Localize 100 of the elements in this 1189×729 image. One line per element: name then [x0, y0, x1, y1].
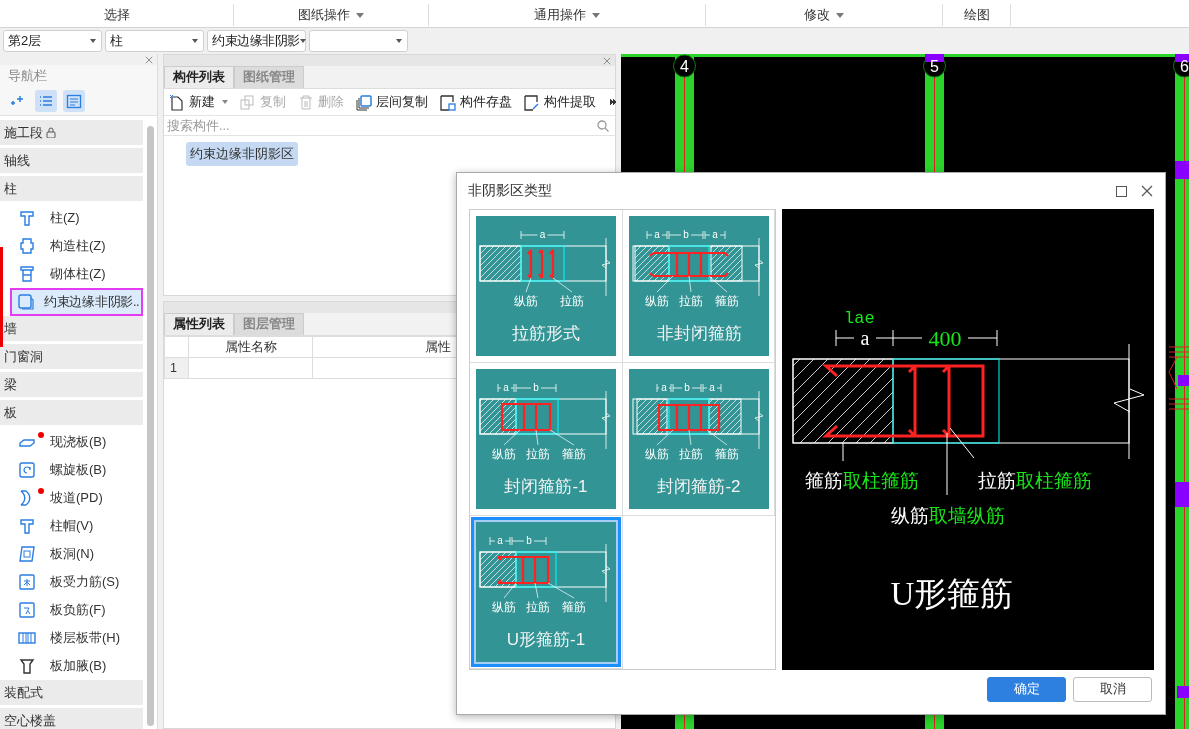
axis-label: 6	[1180, 58, 1189, 75]
panel-title: 导航栏	[0, 65, 157, 87]
callout-label: 箍筋取柱箍筋	[805, 470, 919, 491]
type-title: 封闭箍筋-2	[656, 477, 741, 496]
rebar-label: 拉筋	[526, 447, 550, 461]
confirm-button[interactable]: 确定	[987, 677, 1066, 702]
rebar-label: 拉筋	[678, 447, 703, 461]
nav-item[interactable]: 柱帽(V)	[0, 512, 143, 540]
type-title: U形箍筋-1	[506, 630, 586, 649]
rebar-label: 拉筋	[678, 294, 703, 308]
rebar-label: 箍筋	[714, 294, 739, 308]
type-tile[interactable]: a b 纵筋 拉筋 箍筋 U形箍筋-1	[471, 517, 621, 667]
glyph-square-icon	[18, 601, 36, 619]
detail-list-icon	[65, 92, 83, 110]
nav-group-header[interactable]: 装配式	[0, 680, 143, 705]
dimension-label: a	[660, 382, 667, 393]
callout-label: 拉筋取柱箍筋	[978, 470, 1092, 491]
new-file-icon	[168, 93, 185, 111]
ribbon-tab[interactable]: 选择	[99, 4, 134, 26]
t-shape-icon	[18, 657, 36, 675]
component-list-item[interactable]: 约束边缘非阴影区	[186, 142, 298, 166]
dropdown-field[interactable]: 第2层	[3, 30, 102, 52]
caret-icon	[299, 39, 306, 43]
nav-group-header[interactable]: 空心楼盖	[0, 708, 143, 729]
dimension-label: b	[683, 382, 690, 393]
nav-item[interactable]: 螺旋板(B)	[0, 456, 143, 484]
rebar-label: 箍筋	[714, 447, 739, 461]
view-toggle-button[interactable]	[35, 90, 57, 112]
spiral-icon	[18, 461, 36, 479]
nav-item[interactable]: 坡道(PD)	[0, 484, 143, 512]
nav-group-header[interactable]: 板	[0, 400, 143, 425]
dimension-label: 400	[928, 326, 962, 351]
disk-icon	[439, 93, 456, 111]
column-header: 属性名称	[188, 336, 313, 358]
nav-group-header[interactable]: 轴线	[0, 148, 143, 173]
rebar-label: 拉筋	[560, 294, 584, 308]
cancel-button[interactable]: 取消	[1073, 677, 1152, 702]
dimension-label: a	[503, 382, 509, 393]
view-toggle-button[interactable]	[63, 90, 85, 112]
panel-tab[interactable]: 属性列表	[164, 313, 234, 335]
puzzle-icon	[18, 237, 36, 255]
nav-item[interactable]: 板洞(N)	[0, 540, 143, 568]
scrollbar[interactable]	[146, 126, 154, 726]
ribbon-menu[interactable]: 图纸操作	[294, 4, 368, 26]
ribbon-menu[interactable]: 通用操作	[530, 4, 604, 26]
copy-icon	[239, 93, 256, 111]
type-title: 封闭箍筋-1	[504, 477, 588, 496]
nav-item[interactable]: 砌体柱(Z)	[0, 260, 143, 288]
maximize-button[interactable]	[1116, 185, 1127, 197]
nav-group-header[interactable]: 墙	[0, 316, 143, 341]
toolbar-button[interactable]: 构件提取	[523, 93, 596, 111]
toolbar-button[interactable]: 层间复制	[355, 93, 428, 111]
nav-group-header[interactable]: 柱	[0, 176, 143, 201]
toolbar-button[interactable]: 构件存盘	[439, 93, 512, 111]
ribbon-menu[interactable]: 修改	[800, 4, 848, 26]
dropdown-field[interactable]: 柱	[105, 30, 204, 52]
nav-item[interactable]: 约束边缘非阴影..	[10, 288, 143, 316]
panel-tab[interactable]: 构件列表	[164, 66, 234, 88]
dimension-label: a	[860, 327, 870, 349]
callout-label: 纵筋取墙纵筋	[891, 505, 1005, 526]
caret-icon	[396, 39, 402, 43]
nav-item[interactable]: 构造柱(Z)	[0, 232, 143, 260]
square-icon	[1116, 185, 1127, 197]
dropdown-field[interactable]	[309, 30, 408, 52]
rebar-label: 纵筋	[644, 294, 669, 308]
nav-group-header[interactable]: 门窗洞	[0, 344, 143, 369]
dimension-label: a	[539, 229, 546, 240]
ribbon-tab[interactable]: 绘图	[959, 4, 994, 26]
dimension-label: b	[526, 535, 532, 546]
row-number: 1	[164, 357, 189, 379]
close-button[interactable]	[1141, 185, 1153, 197]
nav-group-header[interactable]: 梁	[0, 372, 143, 397]
caret-icon	[192, 39, 198, 43]
close-icon	[1141, 185, 1153, 197]
search-icon	[597, 119, 609, 132]
dimension-label: b	[533, 382, 539, 393]
glyph-square-icon	[18, 573, 36, 591]
dialog-title: 非阴影区类型	[468, 182, 553, 200]
brick-column-icon	[18, 265, 36, 283]
rebar-label: 纵筋	[644, 447, 669, 461]
nav-item[interactable]: 现浇板(B)	[0, 428, 143, 456]
nav-item[interactable]: 板加腋(B)	[0, 652, 143, 680]
close-icon[interactable]	[603, 56, 611, 65]
close-icon[interactable]	[145, 55, 153, 64]
rebar-label: 箍筋	[562, 600, 586, 614]
double-chevron-icon	[609, 98, 617, 106]
axis-label: 4	[680, 58, 689, 75]
search-field[interactable]: 搜索构件...	[167, 118, 597, 133]
nav-item[interactable]: 板受力筋(S)	[0, 568, 143, 596]
nav-item[interactable]: 柱(Z)	[0, 204, 143, 232]
delete-icon	[297, 93, 314, 111]
nav-group-header[interactable]: 施工段	[0, 120, 143, 145]
striped-band-icon	[18, 629, 36, 647]
toolbar-button[interactable]: 新建	[168, 93, 228, 111]
nav-item[interactable]: 楼层板带(H)	[0, 624, 143, 652]
dimension-label: a	[708, 382, 715, 393]
dimension-label: a	[497, 535, 503, 546]
nav-item[interactable]: 板负筋(F)	[0, 596, 143, 624]
dropdown-field[interactable]: 约束边缘非阴影	[207, 30, 306, 52]
axis-label: 5	[930, 58, 939, 75]
